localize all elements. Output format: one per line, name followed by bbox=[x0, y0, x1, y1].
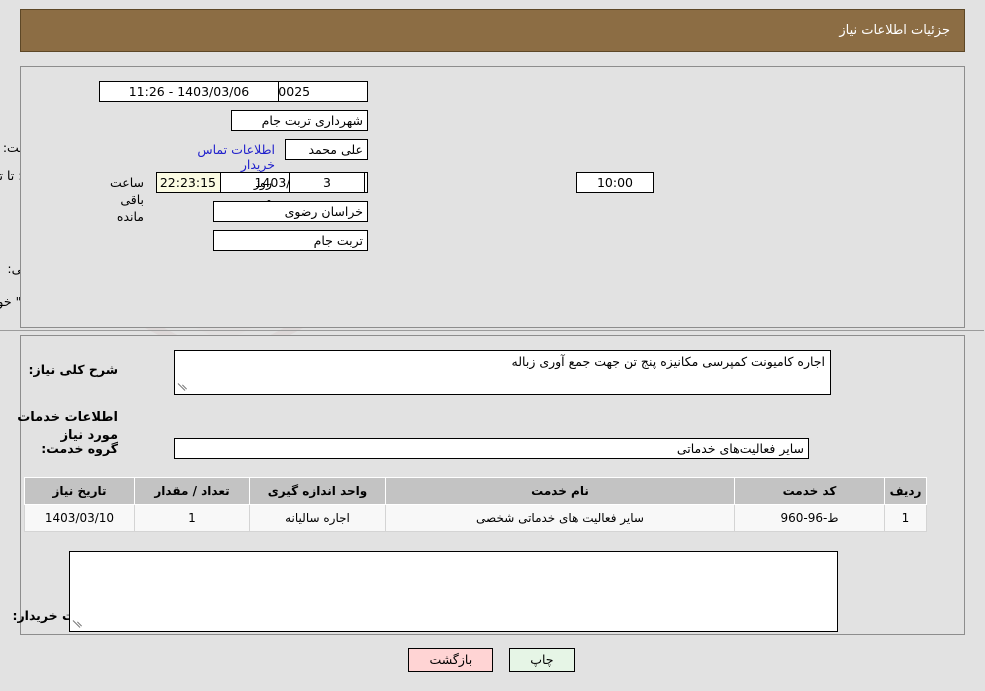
resize-grip-icon-notes[interactable] bbox=[73, 618, 85, 630]
resize-grip-icon[interactable] bbox=[178, 381, 190, 393]
delivery-province-field[interactable]: خراسان رضوی bbox=[214, 201, 369, 222]
col-code: کد خدمت bbox=[735, 477, 886, 505]
delivery-city-field[interactable]: تربت جام bbox=[214, 230, 369, 251]
announce-datetime-field[interactable]: 1403/03/06 - 11:26 bbox=[100, 81, 280, 102]
print-button[interactable]: چاپ bbox=[510, 648, 576, 672]
buyer-notes-textarea[interactable] bbox=[70, 551, 839, 632]
services-table: ردیف کد خدمت نام خدمت واحد اندازه گیری ت… bbox=[25, 477, 928, 532]
deadline-hour-field[interactable]: 10:00 bbox=[577, 172, 655, 193]
col-name: نام خدمت bbox=[386, 477, 736, 505]
cell-qty: 1 bbox=[135, 504, 251, 532]
service-group-field[interactable]: سایر فعالیت‌های خدماتی bbox=[175, 438, 810, 459]
back-button[interactable]: بازگشت bbox=[409, 648, 495, 672]
page-title: جزئیات اطلاعات نیاز bbox=[840, 23, 951, 38]
cell-row: 1 bbox=[885, 504, 928, 532]
cell-name: سایر فعالیت های خدماتی شخصی bbox=[386, 504, 736, 532]
remaining-hours-label: ساعت باقی مانده bbox=[110, 175, 145, 224]
page-header: جزئیات اطلاعات نیاز bbox=[21, 9, 966, 52]
col-row: ردیف bbox=[885, 477, 928, 505]
table-row[interactable]: 1 ط-96-960 سایر فعالیت های خدماتی شخصی ا… bbox=[25, 504, 928, 532]
remaining-days-field[interactable]: 3 bbox=[290, 172, 366, 193]
requester-field[interactable]: علی محمد صفری کارپرداز شهرداری تربت جام … bbox=[286, 139, 369, 160]
col-date: تاریخ نیاز bbox=[25, 477, 136, 505]
general-desc-label: شرح کلی نیاز: bbox=[29, 362, 119, 377]
service-group-label: گروه خدمت: bbox=[42, 441, 119, 456]
col-qty: تعداد / مقدار bbox=[135, 477, 251, 505]
table-header-row: ردیف کد خدمت نام خدمت واحد اندازه گیری ت… bbox=[25, 477, 928, 505]
page-root: AriaTender.net جزئیات اطلاعات نیاز شماره… bbox=[0, 0, 985, 691]
buyer-contact-link[interactable]: اطلاعات تماس خریدار bbox=[178, 142, 276, 172]
need-info-panel bbox=[21, 66, 966, 328]
service-section-title: اطلاعات خدمات مورد نیاز bbox=[18, 410, 119, 443]
general-desc-text: اجاره کامیونت کمپرسی مکانیزه پنج تن جهت … bbox=[512, 354, 826, 369]
action-buttons: بازگشت چاپ bbox=[0, 648, 985, 672]
countdown-timer-field: 22:23:15 bbox=[157, 172, 222, 193]
col-unit: واحد اندازه گیری bbox=[250, 477, 387, 505]
cell-code: ط-96-960 bbox=[735, 504, 886, 532]
general-desc-textarea[interactable]: اجاره کامیونت کمپرسی مکانیزه پنج تن جهت … bbox=[175, 350, 832, 395]
cell-date: 1403/03/10 bbox=[25, 504, 136, 532]
buyer-org-field[interactable]: شهرداری تربت جام استان خراسان رضوی bbox=[232, 110, 369, 131]
cell-unit: اجاره سالیانه bbox=[250, 504, 387, 532]
section-divider bbox=[0, 330, 985, 331]
